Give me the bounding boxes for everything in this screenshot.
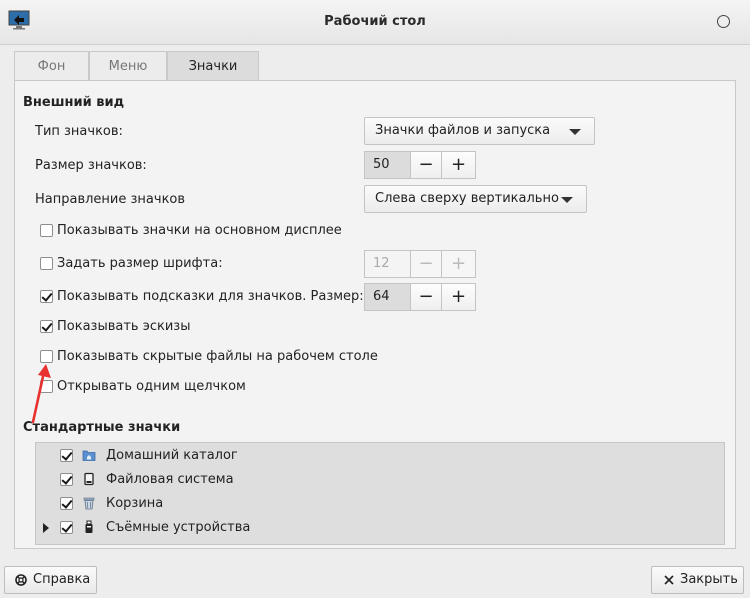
font-size-increase-button[interactable]: +: [442, 250, 476, 278]
icon-size-decrease-button[interactable]: −: [410, 151, 442, 179]
icon-type-dropdown[interactable]: Значки файлов и запуска: [364, 117, 595, 145]
close-button-label: Закрыть: [680, 572, 738, 587]
dropdown-arrow-icon: [561, 197, 573, 203]
font-size-spinner[interactable]: 12 − +: [364, 250, 476, 278]
tooltips-label: Показывать подсказки для значков. Размер…: [57, 289, 364, 304]
dropdown-arrow-icon: [569, 129, 581, 135]
home-folder-label: Домашний каталог: [106, 448, 238, 463]
thumbnails-label: Показывать эскизы: [57, 319, 191, 334]
icon-direction-dropdown[interactable]: Слева сверху вертикально: [364, 185, 587, 213]
tab-menu[interactable]: Меню: [89, 51, 167, 80]
icon-direction-label: Направление значков: [35, 192, 186, 207]
icon-size-value[interactable]: 50: [364, 151, 410, 179]
tab-background[interactable]: Фон: [14, 51, 89, 80]
single-click-label: Открывать одним щелчком: [57, 379, 246, 394]
icon-direction-value: Слева сверху вертикально: [375, 191, 559, 206]
show-on-primary-label: Показывать значки на основном дисплее: [57, 223, 342, 238]
list-item[interactable]: Файловая система: [36, 468, 724, 492]
font-size-decrease-button[interactable]: −: [410, 250, 442, 278]
home-folder-checkbox[interactable]: [60, 449, 73, 462]
list-item[interactable]: Домашний каталог: [36, 444, 724, 468]
tab-bar: Фон Меню Значки: [14, 51, 736, 81]
icon-size-label: Размер значков:: [35, 158, 147, 173]
trash-icon: [83, 497, 95, 510]
drive-icon: [84, 472, 94, 486]
close-icon: [664, 575, 674, 585]
appearance-section-title: Внешний вид: [23, 95, 125, 110]
close-button[interactable]: Закрыть: [651, 566, 744, 594]
icon-type-value: Значки файлов и запуска: [375, 123, 551, 138]
show-on-primary-checkbox[interactable]: [40, 224, 53, 237]
annotation-arrow-icon: [31, 364, 51, 424]
removable-devices-label: Съёмные устройства: [106, 520, 251, 535]
expand-triangle-icon[interactable]: [43, 523, 49, 533]
filesystem-checkbox[interactable]: [60, 473, 73, 486]
hidden-files-label: Показывать скрытые файлы на рабочем стол…: [57, 349, 378, 364]
window-title: Рабочий стол: [324, 14, 426, 29]
standard-icons-list: Домашний каталог Файловая система Корзин…: [35, 442, 725, 545]
list-item[interactable]: Корзина: [36, 492, 724, 516]
removable-devices-checkbox[interactable]: [60, 521, 73, 534]
tooltip-size-value[interactable]: 64: [364, 283, 410, 311]
trash-checkbox[interactable]: [60, 497, 73, 510]
tab-icons[interactable]: Значки: [167, 51, 259, 80]
help-button-label: Справка: [33, 572, 91, 587]
tooltips-checkbox[interactable]: [40, 290, 53, 303]
tooltip-size-increase-button[interactable]: +: [442, 283, 476, 311]
font-size-value[interactable]: 12: [364, 250, 410, 278]
font-size-label: Задать размер шрифта:: [57, 256, 223, 271]
standard-icons-section-title: Стандартные значки: [23, 420, 181, 435]
icon-size-increase-button[interactable]: +: [442, 151, 476, 179]
window-close-button[interactable]: [717, 15, 730, 28]
icon-size-spinner[interactable]: 50 − +: [364, 151, 476, 179]
tooltip-size-spinner[interactable]: 64 − +: [364, 283, 476, 311]
icon-type-label: Тип значков:: [35, 124, 123, 139]
filesystem-label: Файловая система: [106, 472, 234, 487]
help-button[interactable]: Справка: [4, 566, 97, 594]
lifebuoy-icon: [15, 574, 27, 586]
list-item[interactable]: Съёмные устройства: [36, 516, 724, 540]
font-size-checkbox[interactable]: [40, 257, 53, 270]
trash-label: Корзина: [106, 496, 164, 511]
home-folder-icon: [82, 450, 96, 461]
tooltip-size-decrease-button[interactable]: −: [410, 283, 442, 311]
usb-icon: [85, 520, 93, 533]
thumbnails-checkbox[interactable]: [40, 320, 53, 333]
